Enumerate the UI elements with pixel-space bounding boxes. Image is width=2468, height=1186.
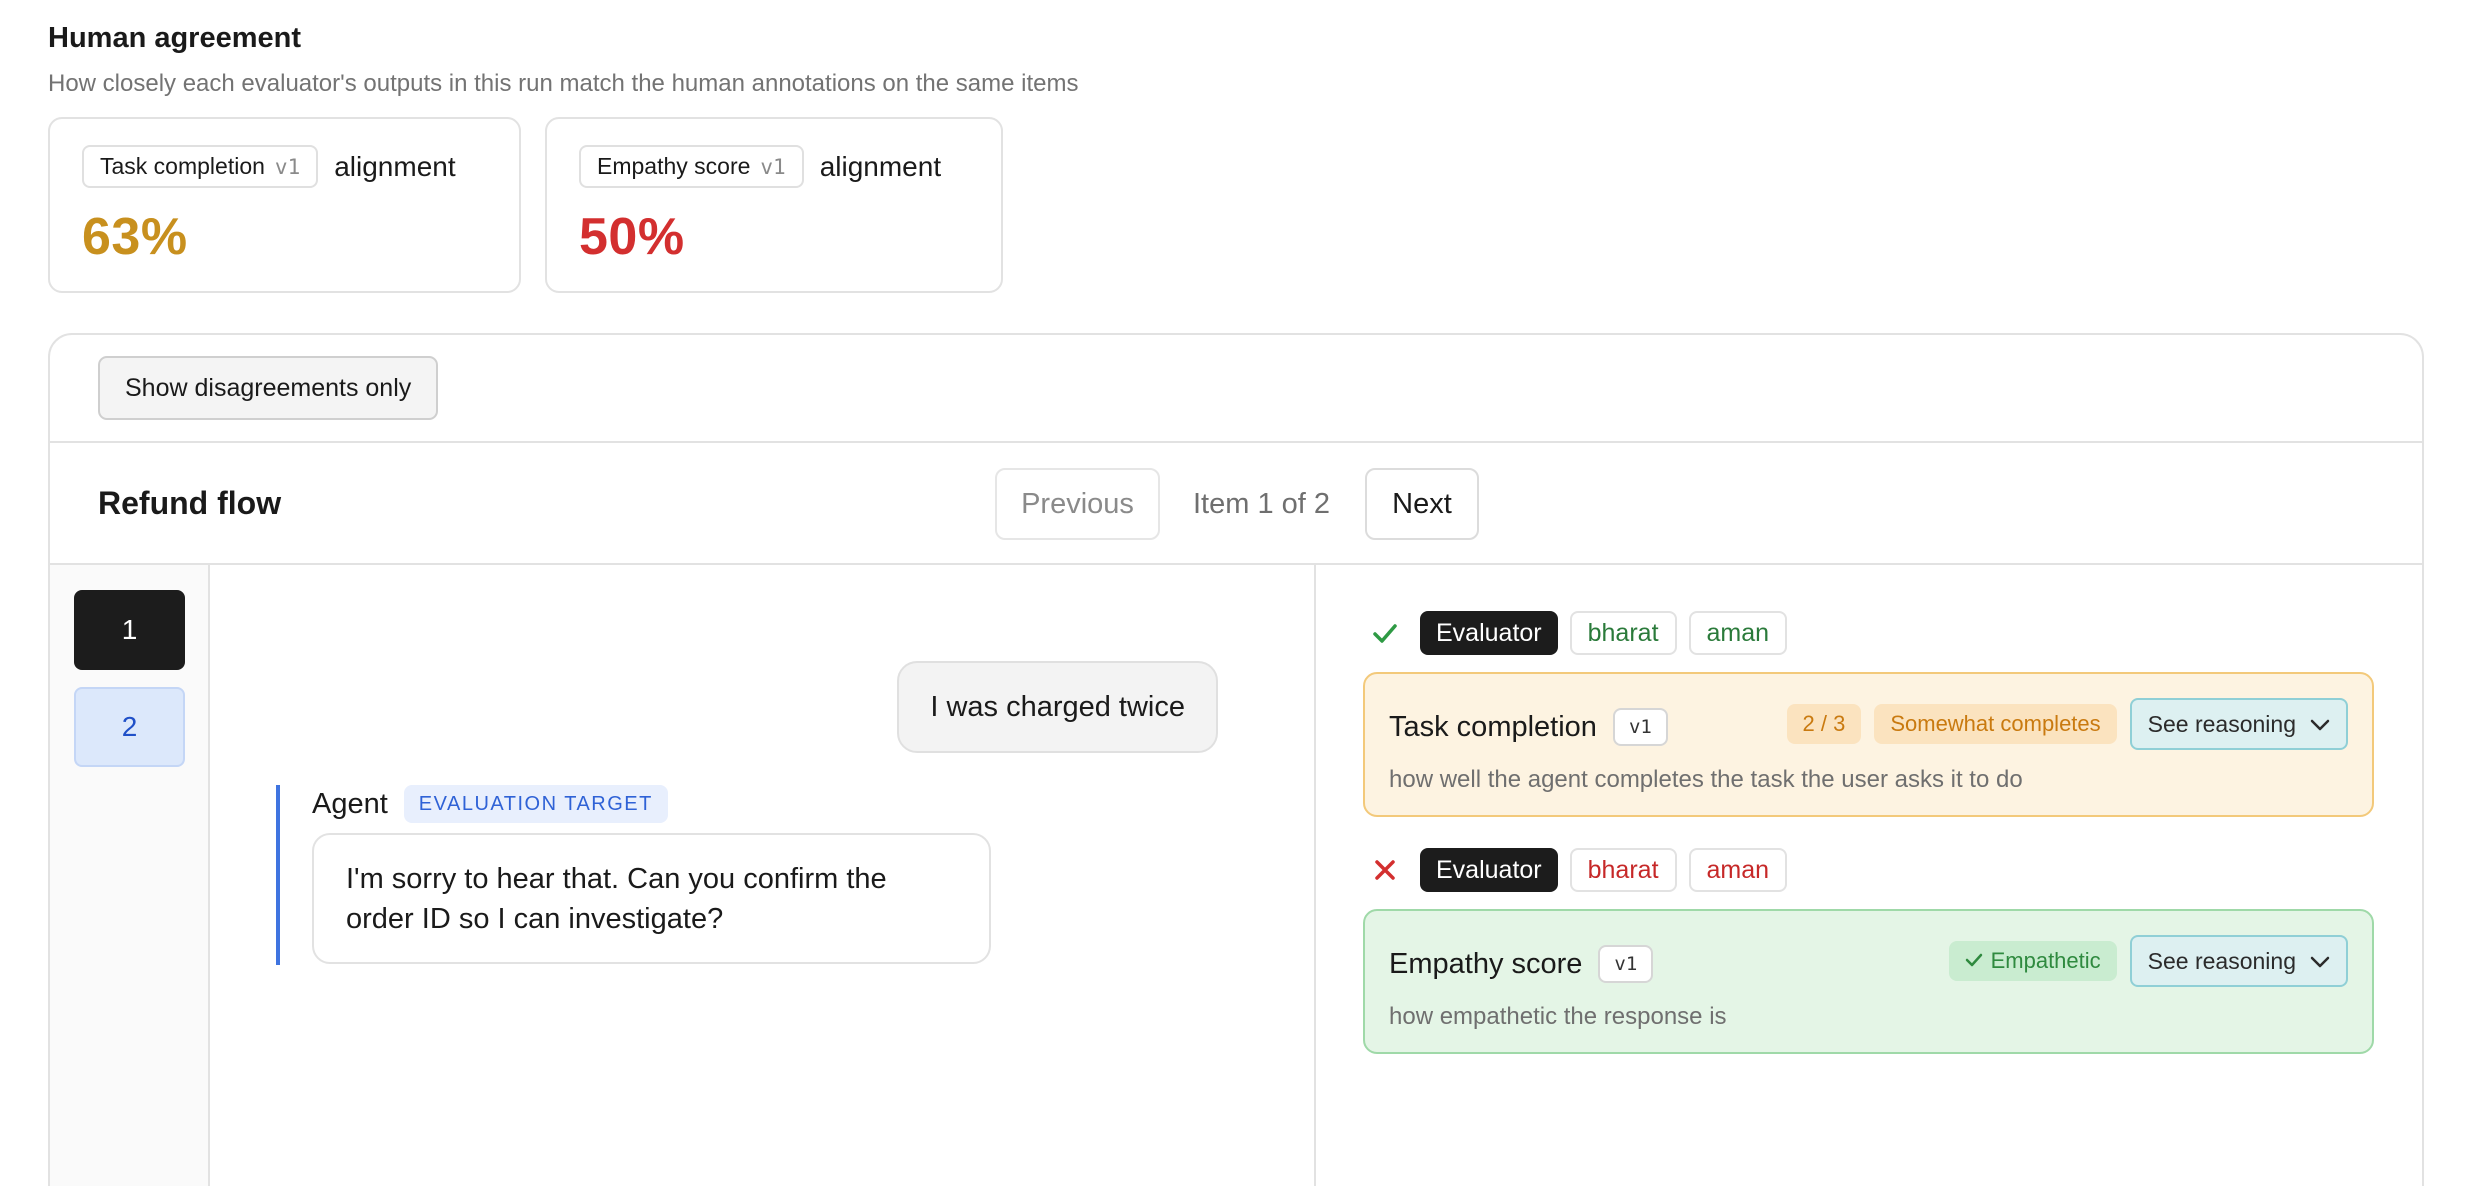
chevron-down-icon xyxy=(2310,711,2330,738)
user-message-bubble: I was charged twice xyxy=(897,661,1218,753)
item-navigation-bar: Refund flow Previous Item 1 of 2 Next xyxy=(50,443,2422,565)
alignment-label: alignment xyxy=(819,150,942,182)
annotator-tag-bharat: bharat xyxy=(1569,848,1677,892)
evaluator-name: Empathy score xyxy=(597,153,751,179)
filter-toolbar: Show disagreements only xyxy=(50,335,2422,443)
section-subtitle: How closely each evaluator's outputs in … xyxy=(48,70,1079,97)
evaluator-version: v1 xyxy=(760,154,786,179)
see-reasoning-button[interactable]: See reasoning xyxy=(2129,698,2348,750)
evaluator-description: how well the agent completes the task th… xyxy=(1389,766,2023,793)
evaluator-version: v1 xyxy=(274,154,301,179)
evaluator-name: Task completion xyxy=(1389,710,1597,743)
version-chip: v1 xyxy=(1598,945,1654,983)
alignment-value: 50% xyxy=(579,208,685,266)
annotator-tag-bharat: bharat xyxy=(1569,611,1677,655)
see-reasoning-button[interactable]: See reasoning xyxy=(2129,935,2348,987)
evaluator-name: Task completion xyxy=(100,153,265,179)
evaluations-pane: Evaluator bharat aman Task completion v1… xyxy=(1316,565,2422,1186)
disagreement-row: Evaluator bharat aman xyxy=(1370,848,1788,892)
see-reasoning-label: See reasoning xyxy=(2147,710,2296,737)
annotator-tag-aman: aman xyxy=(1688,848,1788,892)
item-counter: Item 1 of 2 xyxy=(1193,488,1331,520)
next-button[interactable]: Next xyxy=(1365,468,1479,540)
version-chip: v1 xyxy=(1612,708,1668,746)
score-pill: 2 / 3 xyxy=(1786,704,1862,744)
evaluator-chip: Task completion v1 xyxy=(82,145,319,188)
see-reasoning-label: See reasoning xyxy=(2147,947,2296,974)
verdict-pill: Somewhat completes xyxy=(1874,704,2117,744)
review-panel: Show disagreements only Refund flow Prev… xyxy=(48,333,2424,1186)
alignment-label: alignment xyxy=(334,150,456,182)
check-icon xyxy=(1965,948,1983,974)
section-title: Human agreement xyxy=(48,22,302,54)
rail-item-2[interactable]: 2 xyxy=(74,687,185,767)
show-disagreements-only-button[interactable]: Show disagreements only xyxy=(98,356,439,420)
evaluator-tag: Evaluator xyxy=(1420,848,1558,892)
previous-button[interactable]: Previous xyxy=(995,468,1160,540)
agreement-row: Evaluator bharat aman xyxy=(1370,611,1788,655)
task-completion-alignment-card: Task completion v1 alignment 63% xyxy=(48,117,521,293)
item-title: Refund flow xyxy=(98,485,282,521)
evaluator-tag: Evaluator xyxy=(1420,611,1558,655)
cross-icon xyxy=(1370,855,1400,885)
verdict-pill: Empathetic xyxy=(1948,941,2117,981)
turn-rail: 1 2 xyxy=(50,565,210,1186)
annotator-tag-aman: aman xyxy=(1688,611,1788,655)
alignment-value: 63% xyxy=(82,208,188,266)
chevron-down-icon xyxy=(2310,948,2330,975)
check-icon xyxy=(1370,618,1400,648)
evaluator-description: how empathetic the response is xyxy=(1389,1003,1727,1030)
agent-message-bubble: I'm sorry to hear that. Can you confirm … xyxy=(312,833,991,964)
empathy-score-alignment-card: Empathy score v1 alignment 50% xyxy=(545,117,1003,293)
evaluation-target-badge: EVALUATION TARGET xyxy=(403,785,668,823)
conversation-pane: I was charged twice Agent EVALUATION TAR… xyxy=(210,565,1316,1186)
verdict-label: Empathetic xyxy=(1990,948,2101,973)
task-completion-card: Task completion v1 2 / 3 Somewhat comple… xyxy=(1363,672,2374,817)
empathy-score-card: Empathy score v1 Empathetic See reasonin… xyxy=(1363,909,2374,1054)
agent-name: Agent xyxy=(312,787,388,820)
agent-message-block: Agent EVALUATION TARGET I'm sorry to hea… xyxy=(276,785,991,965)
evaluator-chip: Empathy score v1 xyxy=(579,145,804,188)
rail-item-1[interactable]: 1 xyxy=(74,590,185,670)
evaluator-name: Empathy score xyxy=(1389,947,1583,980)
